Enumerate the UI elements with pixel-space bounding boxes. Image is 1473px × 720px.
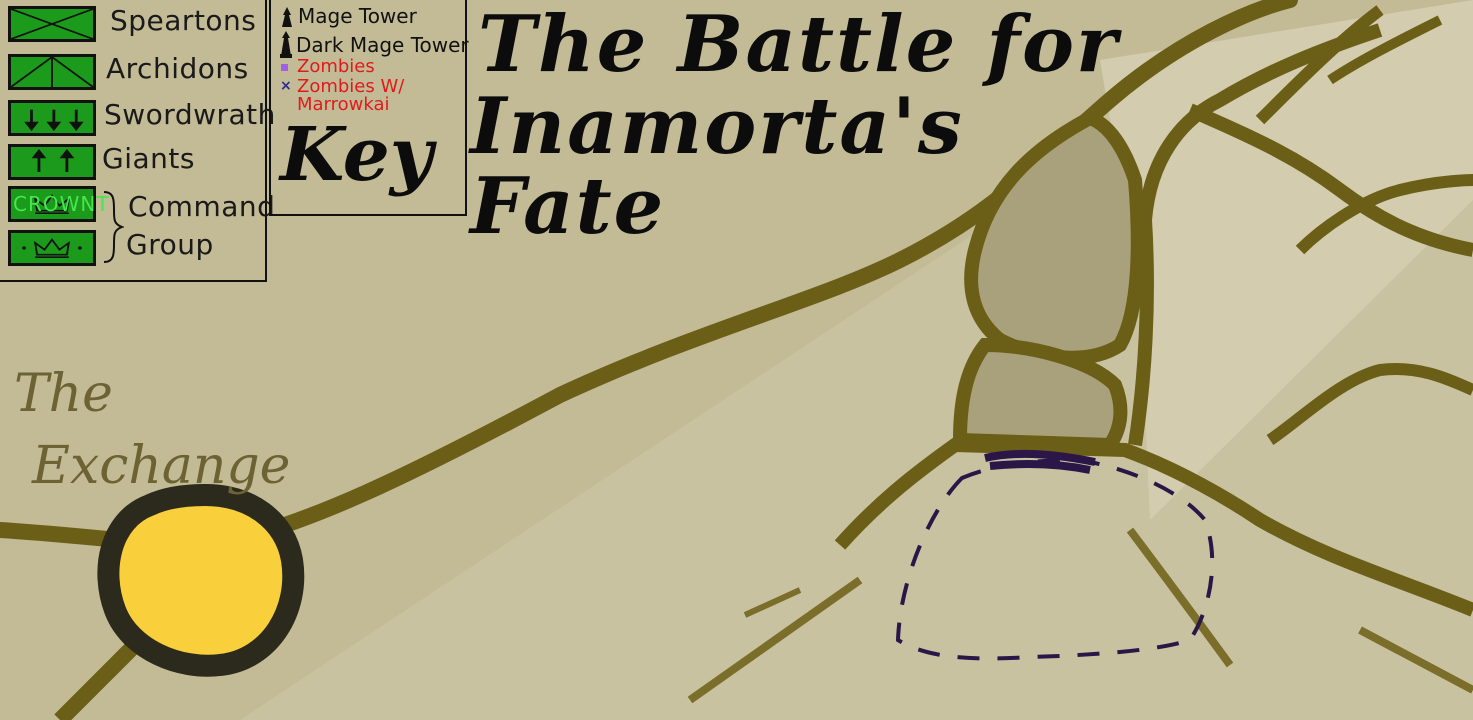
key-label-mage-tower: Mage Tower — [298, 4, 417, 28]
crown-overlay-text: CROWNT — [13, 192, 110, 216]
blue-x-icon: × — [280, 78, 292, 94]
exchange-label-line2: Exchange — [32, 436, 291, 496]
three-arrows-icon — [24, 109, 84, 131]
legend-label-command: Command — [128, 190, 276, 223]
command-symbol: CROWNT — [8, 186, 109, 222]
zone-scribble — [984, 449, 1096, 474]
purple-square-icon — [281, 64, 288, 71]
spearton-symbol — [8, 6, 96, 42]
title-line-2: Inamorta's — [470, 81, 964, 172]
dark-tower-icon — [280, 31, 292, 58]
legend-label-giants: Giants — [102, 142, 195, 175]
exchange-label-line1: The — [14, 364, 113, 424]
tower-icon — [282, 7, 292, 27]
archidon-symbol — [8, 54, 96, 90]
command-group-brace — [103, 191, 124, 263]
bow-box-icon — [11, 57, 93, 87]
group-symbol — [8, 230, 96, 266]
exchange-marker[interactable] — [97, 483, 305, 677]
x-box-icon — [11, 9, 93, 39]
title-line-1: The Battle for — [478, 0, 1120, 90]
key-label-zombies: Zombies — [297, 56, 375, 77]
legend-label-swordwrath: Swordwrath — [104, 98, 276, 131]
legend-label-group: Group — [126, 228, 214, 261]
title-line-3: Fate — [470, 161, 666, 252]
swordwrath-symbol — [8, 100, 96, 136]
key-title: Key — [280, 112, 433, 198]
two-arrows-icon — [31, 149, 75, 172]
key-label-dark-mage-tower: Dark Mage Tower — [296, 33, 469, 57]
giant-symbol — [8, 144, 96, 180]
legend-label-archidons: Archidons — [106, 52, 249, 85]
legend-label-speartons: Speartons — [110, 4, 257, 37]
crown-icon — [22, 238, 82, 258]
